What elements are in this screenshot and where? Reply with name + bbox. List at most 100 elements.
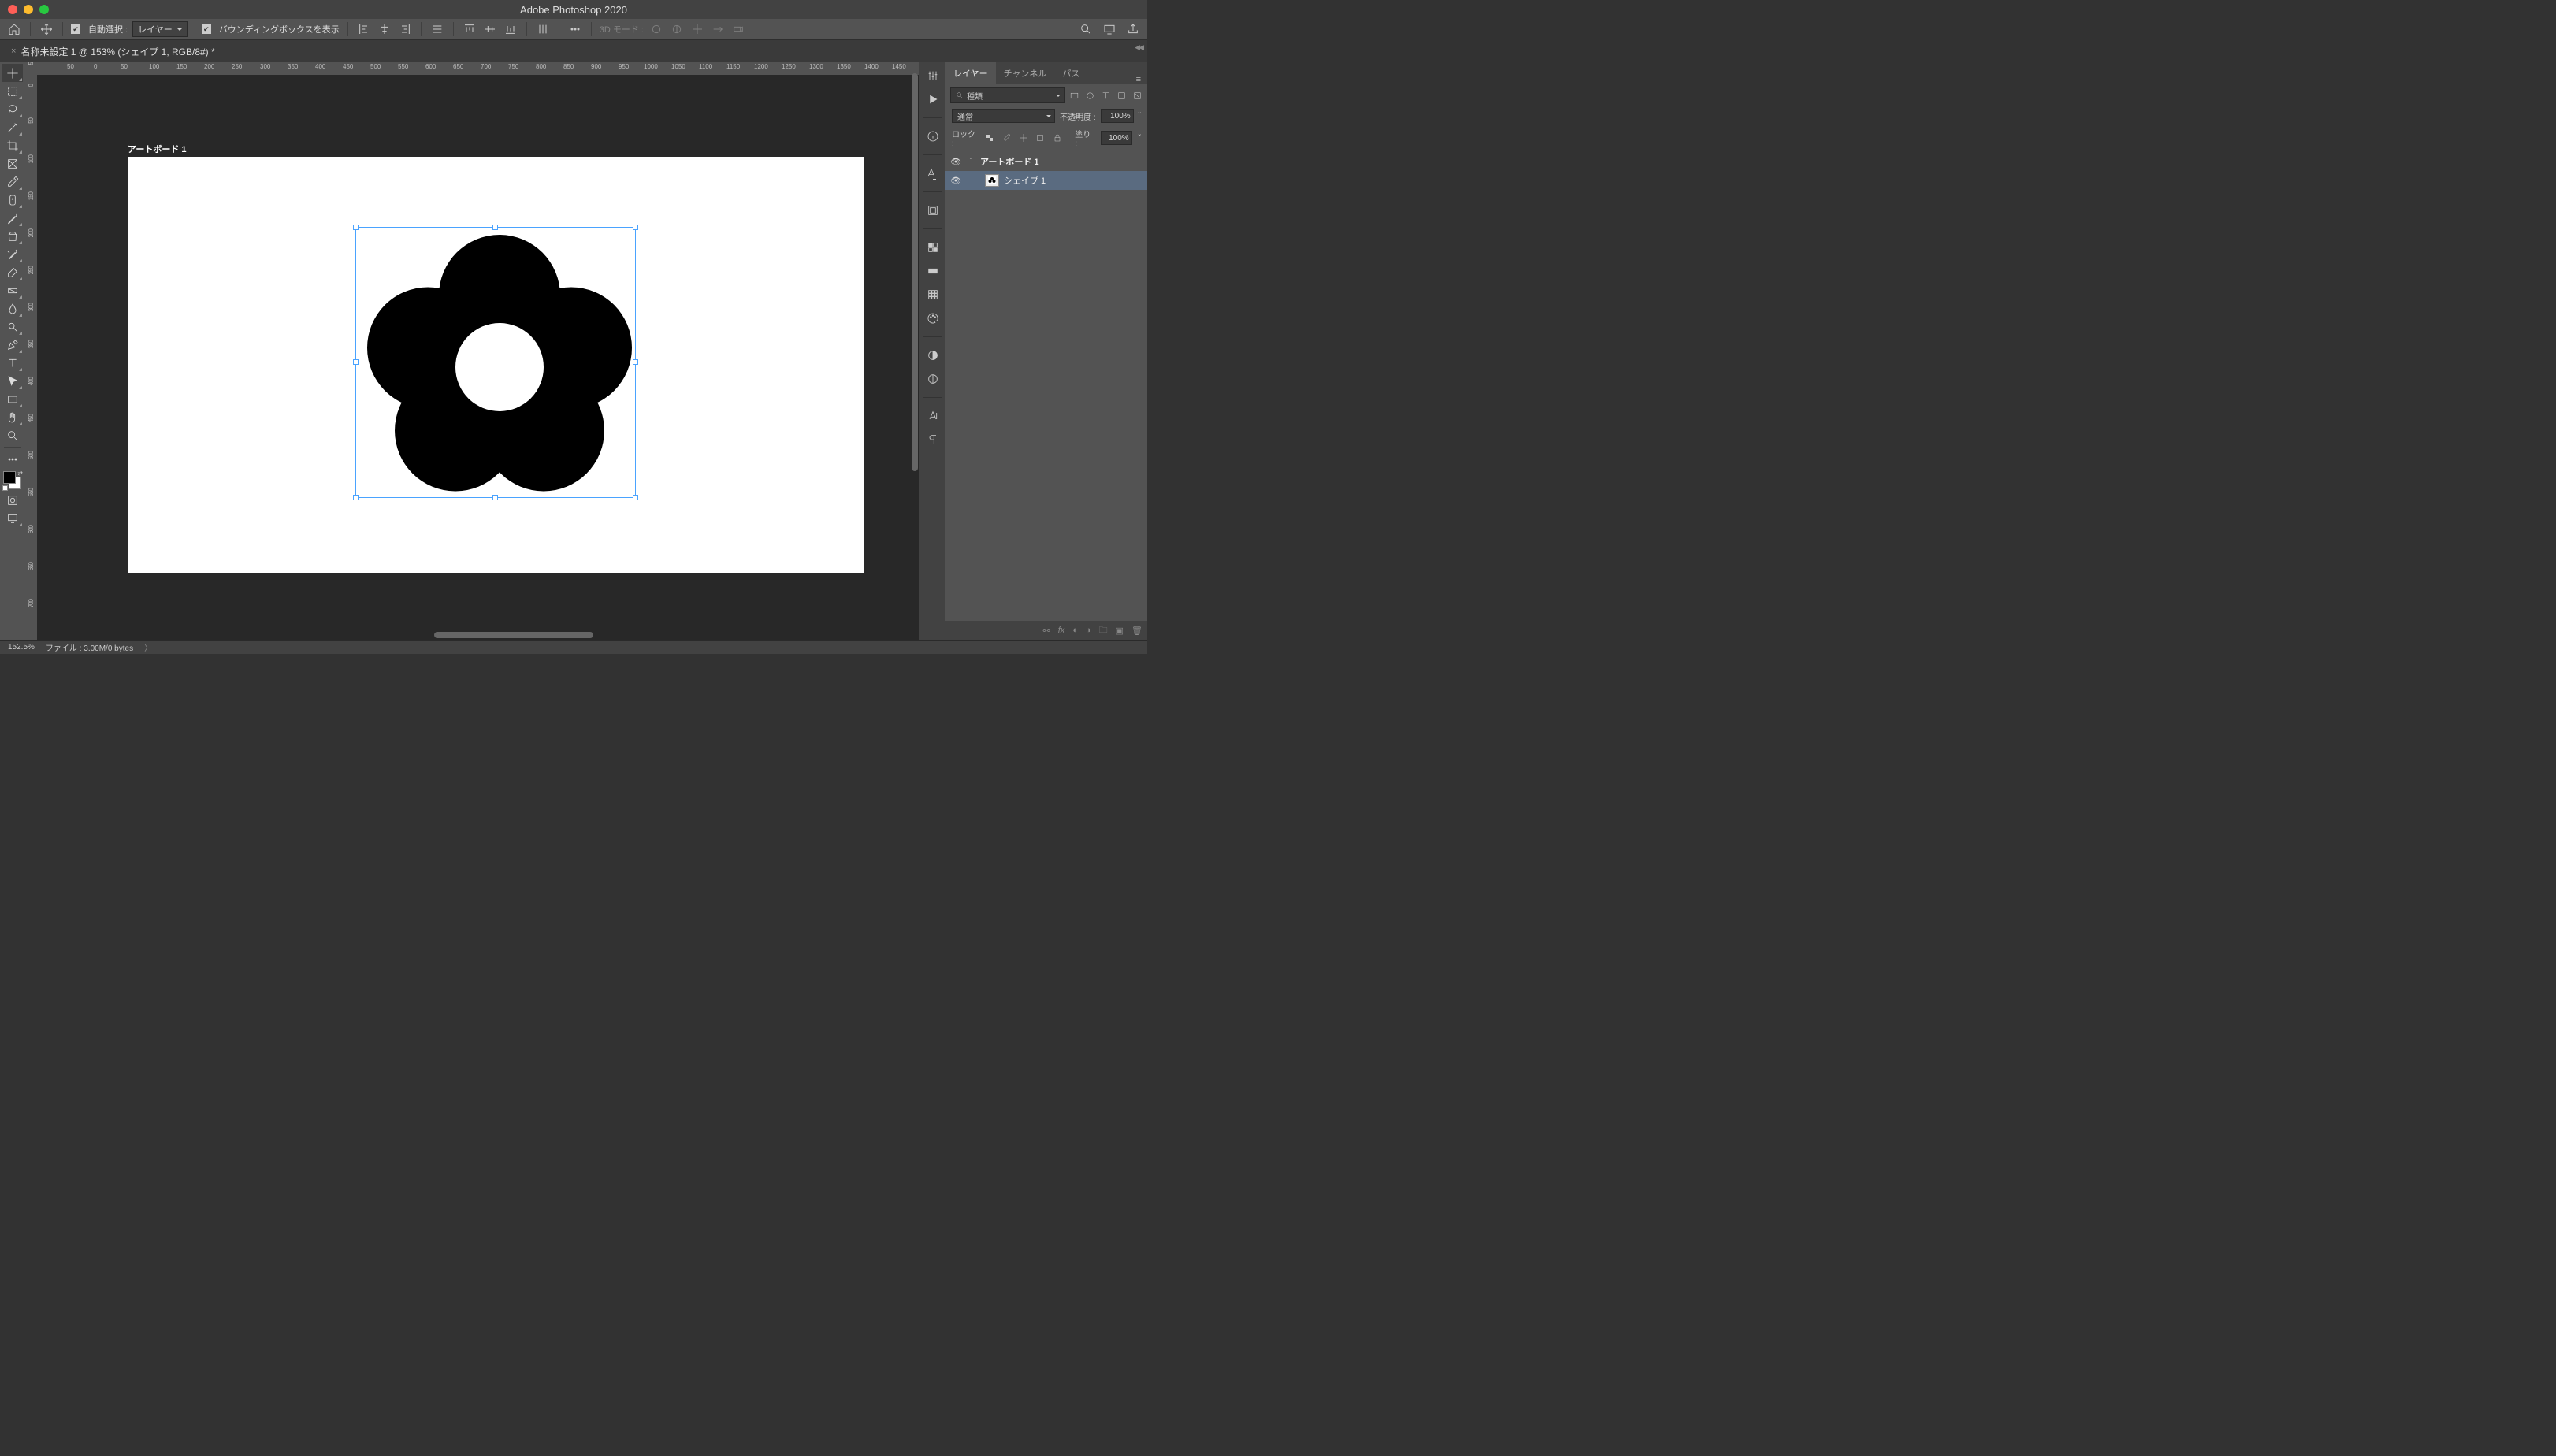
file-info[interactable]: ファイル : 3.00M/0 bytes — [46, 641, 133, 653]
filter-shape-icon[interactable] — [1116, 90, 1127, 101]
new-layer-icon[interactable]: ▣ — [1116, 626, 1124, 636]
delete-layer-icon[interactable]: 🗑 — [1131, 626, 1142, 636]
character-panel-icon[interactable] — [924, 165, 942, 182]
layer-name[interactable]: アートボード 1 — [980, 155, 1039, 168]
tab-layers[interactable]: レイヤー — [945, 62, 996, 84]
tab-close-button[interactable]: × — [11, 46, 16, 56]
lock-transparency-icon[interactable] — [985, 132, 995, 143]
dodge-tool[interactable] — [2, 318, 23, 336]
libraries-panel-icon[interactable] — [924, 202, 942, 219]
lock-artboard-icon[interactable] — [1035, 132, 1046, 143]
patterns-panel-icon[interactable] — [924, 286, 942, 303]
frame-tool[interactable] — [2, 154, 23, 173]
lock-all-icon[interactable] — [1052, 132, 1062, 143]
lock-pixels-icon[interactable] — [1001, 132, 1012, 143]
visibility-toggle[interactable]: 👁 — [950, 157, 961, 167]
styles-panel-icon[interactable] — [924, 370, 942, 388]
status-menu-caret[interactable]: 〉 — [144, 641, 152, 653]
hand-tool[interactable] — [2, 408, 23, 426]
zoom-level[interactable]: 152.5% — [8, 643, 35, 652]
resize-handle-tl[interactable] — [353, 225, 359, 230]
rectangle-tool[interactable] — [2, 390, 23, 408]
opacity-input[interactable]: 100% — [1101, 109, 1134, 123]
layer-row-shape[interactable]: 👁 シェイプ 1 — [945, 171, 1147, 190]
screen-mode-tool[interactable] — [2, 509, 23, 527]
adjustments-panel-icon[interactable] — [924, 347, 942, 364]
gradient-tool[interactable] — [2, 281, 23, 299]
layer-mask-icon[interactable]: ◐ — [1072, 626, 1078, 635]
tab-channels[interactable]: チャンネル — [996, 62, 1055, 84]
layer-row-artboard[interactable]: 👁 ˇ アートボード 1 — [945, 152, 1147, 171]
brush-tool[interactable] — [2, 209, 23, 227]
resize-handle-tr[interactable] — [633, 225, 638, 230]
distribute-vertical-icon[interactable] — [535, 21, 551, 37]
scroll-thumb[interactable] — [434, 632, 593, 638]
panel-menu-icon[interactable]: ≡ — [1130, 75, 1147, 84]
info-panel-icon[interactable] — [924, 128, 942, 145]
tab-paths[interactable]: パス — [1054, 62, 1087, 84]
home-button[interactable] — [6, 21, 22, 37]
magic-wand-tool[interactable] — [2, 118, 23, 136]
horizontal-scrollbar[interactable] — [37, 630, 919, 640]
swap-colors-icon[interactable]: ⇄ — [17, 470, 23, 477]
share-icon[interactable] — [1125, 21, 1141, 37]
blur-tool[interactable] — [2, 299, 23, 318]
lock-position-icon[interactable] — [1018, 132, 1028, 143]
align-left-edges-icon[interactable] — [356, 21, 372, 37]
show-transform-checkbox[interactable]: ✔ — [202, 24, 211, 34]
blend-mode-dropdown[interactable]: 通常 — [952, 109, 1055, 123]
vertical-ruler[interactable]: 5 0 50 100 150 200 250 300 350 400 450 5… — [24, 62, 37, 640]
artboard-label[interactable]: アートボード 1 — [128, 143, 187, 155]
new-group-icon[interactable]: 🗀 — [1099, 623, 1108, 638]
pen-tool[interactable] — [2, 336, 23, 354]
clone-stamp-tool[interactable] — [2, 227, 23, 245]
close-window-button[interactable] — [8, 5, 17, 14]
align-top-edges-icon[interactable] — [462, 21, 477, 37]
align-bottom-edges-icon[interactable] — [503, 21, 518, 37]
auto-select-target-dropdown[interactable]: レイヤー — [132, 21, 188, 37]
resize-handle-ml[interactable] — [353, 359, 359, 365]
disclosure-toggle[interactable]: ˇ — [966, 157, 975, 166]
filter-adjustment-icon[interactable] — [1084, 90, 1095, 101]
resize-handle-bl[interactable] — [353, 495, 359, 500]
panel-collapse-handle[interactable]: ◀◀ — [1135, 43, 1142, 52]
distribute-horizontal-icon[interactable] — [429, 21, 445, 37]
history-brush-tool[interactable] — [2, 245, 23, 263]
search-icon[interactable] — [1078, 21, 1094, 37]
adjustment-layer-icon[interactable]: ◑ — [1086, 626, 1091, 635]
type-tool[interactable] — [2, 354, 23, 372]
lasso-tool[interactable] — [2, 100, 23, 118]
resize-handle-tm[interactable] — [492, 225, 498, 230]
move-tool-indicator[interactable] — [39, 21, 54, 37]
document-tab-title[interactable]: 名称未設定 1 @ 153% (シェイプ 1, RGB/8#) * — [20, 45, 214, 58]
artboard[interactable] — [128, 157, 864, 573]
filter-smartobject-icon[interactable] — [1131, 90, 1142, 101]
fullscreen-window-button[interactable] — [39, 5, 49, 14]
filter-pixel-icon[interactable] — [1068, 90, 1079, 101]
layer-style-icon[interactable]: fx — [1058, 626, 1065, 635]
screen-mode-icon[interactable] — [1102, 21, 1117, 37]
default-colors-icon[interactable] — [2, 485, 8, 491]
align-vertical-centers-icon[interactable] — [482, 21, 498, 37]
minimize-window-button[interactable] — [24, 5, 33, 14]
filter-type-icon[interactable] — [1100, 90, 1111, 101]
actions-panel-icon[interactable] — [924, 91, 942, 108]
eraser-tool[interactable] — [2, 263, 23, 281]
transform-bounding-box[interactable] — [355, 227, 636, 498]
resize-handle-mr[interactable] — [633, 359, 638, 365]
auto-select-checkbox[interactable]: ✔ — [71, 24, 80, 34]
paragraph-panel-icon[interactable] — [924, 431, 942, 448]
move-tool[interactable] — [2, 64, 23, 82]
link-layers-icon[interactable]: ⚯ — [1043, 626, 1050, 636]
edit-toolbar-button[interactable] — [2, 450, 23, 468]
foreground-color-swatch[interactable] — [3, 471, 16, 484]
align-horizontal-centers-icon[interactable] — [377, 21, 392, 37]
vertical-scrollbar[interactable] — [910, 62, 919, 630]
visibility-toggle[interactable]: 👁 — [950, 176, 961, 186]
eyedropper-tool[interactable] — [2, 173, 23, 191]
zoom-tool[interactable] — [2, 426, 23, 444]
fill-input[interactable]: 100% — [1101, 131, 1132, 145]
swatches-panel-icon[interactable] — [924, 239, 942, 256]
marquee-tool[interactable] — [2, 82, 23, 100]
filter-type-dropdown[interactable]: 種類 — [950, 87, 1065, 103]
